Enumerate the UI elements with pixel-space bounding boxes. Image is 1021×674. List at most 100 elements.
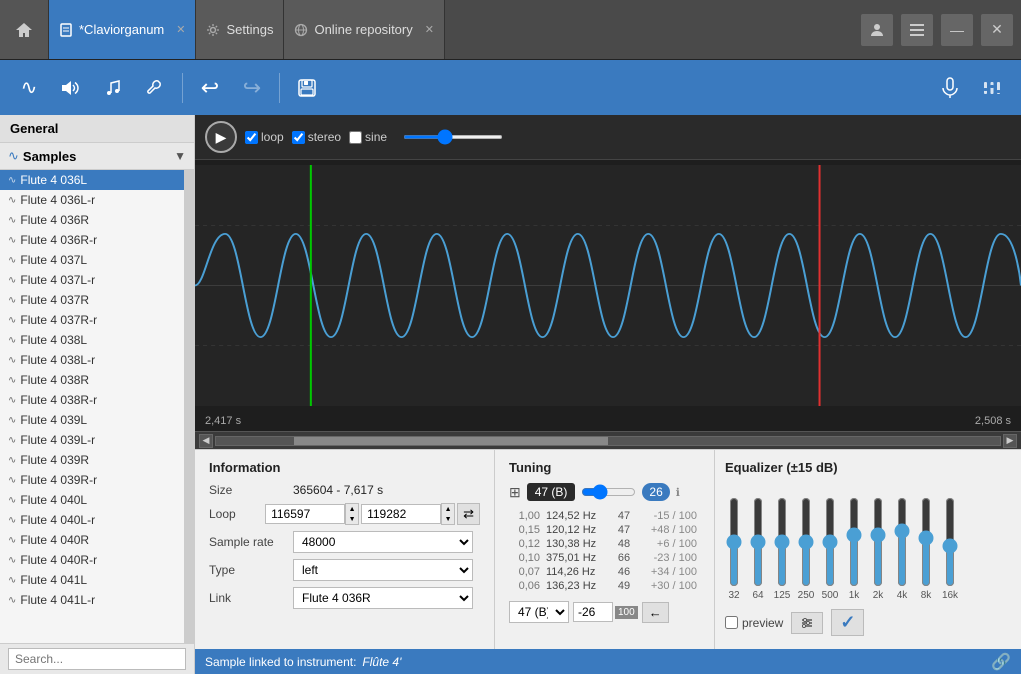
wave-icon-item: ∿ (8, 435, 16, 446)
tab-settings[interactable]: Settings (196, 0, 284, 59)
scroll-left-arrow[interactable]: ◀ (199, 434, 213, 448)
sidebar-item[interactable]: ∿Flute 4 039R (0, 450, 184, 470)
eq-band-slider[interactable] (941, 497, 959, 587)
sep1 (182, 73, 183, 103)
sidebar-item[interactable]: ∿Flute 4 038R-r (0, 390, 184, 410)
sidebar-item[interactable]: ∿Flute 4 038R (0, 370, 184, 390)
eq-band-slider[interactable] (917, 497, 935, 587)
eq-band-slider[interactable] (725, 497, 743, 587)
menu-button[interactable] (901, 14, 933, 46)
sidebar-item[interactable]: ∿Flute 4 040R (0, 530, 184, 550)
loop-start-up[interactable]: ▲ (346, 504, 358, 514)
type-select[interactable]: left right mono (293, 559, 473, 581)
sep2 (279, 73, 280, 103)
sine-checkbox-label[interactable]: sine (349, 130, 387, 144)
sidebar-item[interactable]: ∿Flute 4 040L-r (0, 510, 184, 530)
eq-band-slider[interactable] (773, 497, 791, 587)
loop-start-down[interactable]: ▼ (346, 514, 358, 524)
sidebar-item[interactable]: ∿Flute 4 041L (0, 570, 184, 590)
wave-tool-btn[interactable]: ∿ (10, 69, 48, 107)
sidebar-item[interactable]: ∿Flute 4 038L (0, 330, 184, 350)
tuning-note: 66 (613, 551, 636, 565)
sidebar-item[interactable]: ∿Flute 4 037L (0, 250, 184, 270)
tuning-back-btn[interactable]: ← (642, 602, 669, 623)
tab-online-repo[interactable]: Online repository ✕ (284, 0, 445, 59)
sidebar-item[interactable]: ∿Flute 4 036L-r (0, 190, 184, 210)
eq-settings-btn[interactable] (791, 612, 823, 634)
sine-checkbox[interactable] (349, 131, 362, 144)
tuning-range-slider[interactable] (581, 484, 636, 500)
loop-start-input[interactable] (265, 504, 345, 524)
loop-start-spin[interactable]: ▲ ▼ (345, 503, 359, 525)
minimize-button[interactable]: — (941, 14, 973, 46)
sample-rate-select[interactable]: 48000 44100 96000 (293, 531, 473, 553)
sidebar-item[interactable]: ∿Flute 4 036R (0, 210, 184, 230)
scroll-track[interactable] (215, 436, 1001, 446)
sidebar-item[interactable]: ∿Flute 4 039L (0, 410, 184, 430)
search-input[interactable] (8, 648, 186, 670)
waveform-zoom-slider[interactable] (403, 135, 503, 139)
link-select[interactable]: Flute 4 036R (293, 587, 473, 609)
eq-band-slider[interactable] (797, 497, 815, 587)
status-link-icon[interactable]: 🔗 (991, 652, 1011, 672)
sidebar-item-label: Flute 4 037R-r (20, 313, 97, 327)
tuning-cent-input[interactable] (573, 602, 613, 622)
tab-claviorganum[interactable]: *Claviorganum ✕ (49, 0, 196, 59)
tab-online-repo-close[interactable]: ✕ (425, 23, 434, 36)
eq-band-slider[interactable] (749, 497, 767, 587)
sidebar-item[interactable]: ∿Flute 4 037L-r (0, 270, 184, 290)
sidebar-item[interactable]: ∿Flute 4 041L-r (0, 590, 184, 610)
sidebar-item[interactable]: ∿Flute 4 037R (0, 290, 184, 310)
tuning-bottom: 47 (B) 100 ← (509, 601, 700, 623)
save-tool-btn[interactable] (288, 69, 326, 107)
statusbar: Sample linked to instrument: Flûte 4' 🔗 (195, 649, 1021, 674)
sidebar-item-label: Flute 4 038R (20, 373, 89, 387)
sidebar-scrollbar[interactable] (184, 170, 194, 643)
sidebar-item[interactable]: ∿Flute 4 039L-r (0, 430, 184, 450)
eq-band-slider[interactable] (845, 497, 863, 587)
tab-claviorganum-close[interactable]: ✕ (176, 23, 185, 36)
type-label: Type (209, 563, 289, 577)
scroll-thumb[interactable] (294, 437, 608, 445)
tab-home[interactable] (0, 0, 49, 59)
scroll-right-arrow[interactable]: ▶ (1003, 434, 1017, 448)
preview-label[interactable]: preview (725, 616, 783, 630)
eq-band-slider[interactable] (869, 497, 887, 587)
undo-tool-btn[interactable]: ↩ (191, 69, 229, 107)
user-button[interactable] (861, 14, 893, 46)
loop-checkbox-label[interactable]: loop (245, 130, 284, 144)
volume-tool-btn[interactable] (52, 69, 90, 107)
loop-end-up[interactable]: ▲ (442, 504, 454, 514)
sidebar-dropdown[interactable]: ∿ Samples ▼ (0, 143, 194, 170)
preview-checkbox[interactable] (725, 616, 738, 629)
sidebar-item[interactable]: ∿Flute 4 037R-r (0, 310, 184, 330)
eq-band-slider[interactable] (821, 497, 839, 587)
stereo-checkbox[interactable] (292, 131, 305, 144)
stereo-checkbox-label[interactable]: stereo (292, 130, 341, 144)
eq-band-slider[interactable] (893, 497, 911, 587)
loop-end-spin[interactable]: ▲ ▼ (441, 503, 455, 525)
mixer-tool-btn[interactable] (973, 69, 1011, 107)
sidebar-item[interactable]: ∿Flute 4 039R-r (0, 470, 184, 490)
loop-link-btn[interactable]: ⇄ (457, 503, 480, 525)
cent-badge: 100 (615, 606, 638, 619)
music-tool-btn[interactable] (94, 69, 132, 107)
sidebar-search-area (0, 643, 194, 674)
sidebar-item[interactable]: ∿Flute 4 036L (0, 170, 184, 190)
loop-checkbox[interactable] (245, 131, 258, 144)
sidebar-item[interactable]: ∿Flute 4 038L-r (0, 350, 184, 370)
sidebar-item[interactable]: ∿Flute 4 036R-r (0, 230, 184, 250)
close-button[interactable]: ✕ (981, 14, 1013, 46)
sidebar-item[interactable]: ∿Flute 4 040R-r (0, 550, 184, 570)
redo-tool-btn[interactable]: ↪ (233, 69, 271, 107)
play-button[interactable]: ▶ (205, 121, 237, 153)
wrench-tool-btn[interactable] (136, 69, 174, 107)
loop-end-input[interactable] (361, 504, 441, 524)
tuning-note-select[interactable]: 47 (B) (509, 601, 569, 623)
size-label: Size (209, 483, 289, 497)
gear-icon (206, 23, 220, 37)
eq-confirm-btn[interactable]: ✓ (831, 609, 864, 636)
sidebar-item[interactable]: ∿Flute 4 040L (0, 490, 184, 510)
loop-end-down[interactable]: ▼ (442, 514, 454, 524)
mic-tool-btn[interactable] (931, 69, 969, 107)
